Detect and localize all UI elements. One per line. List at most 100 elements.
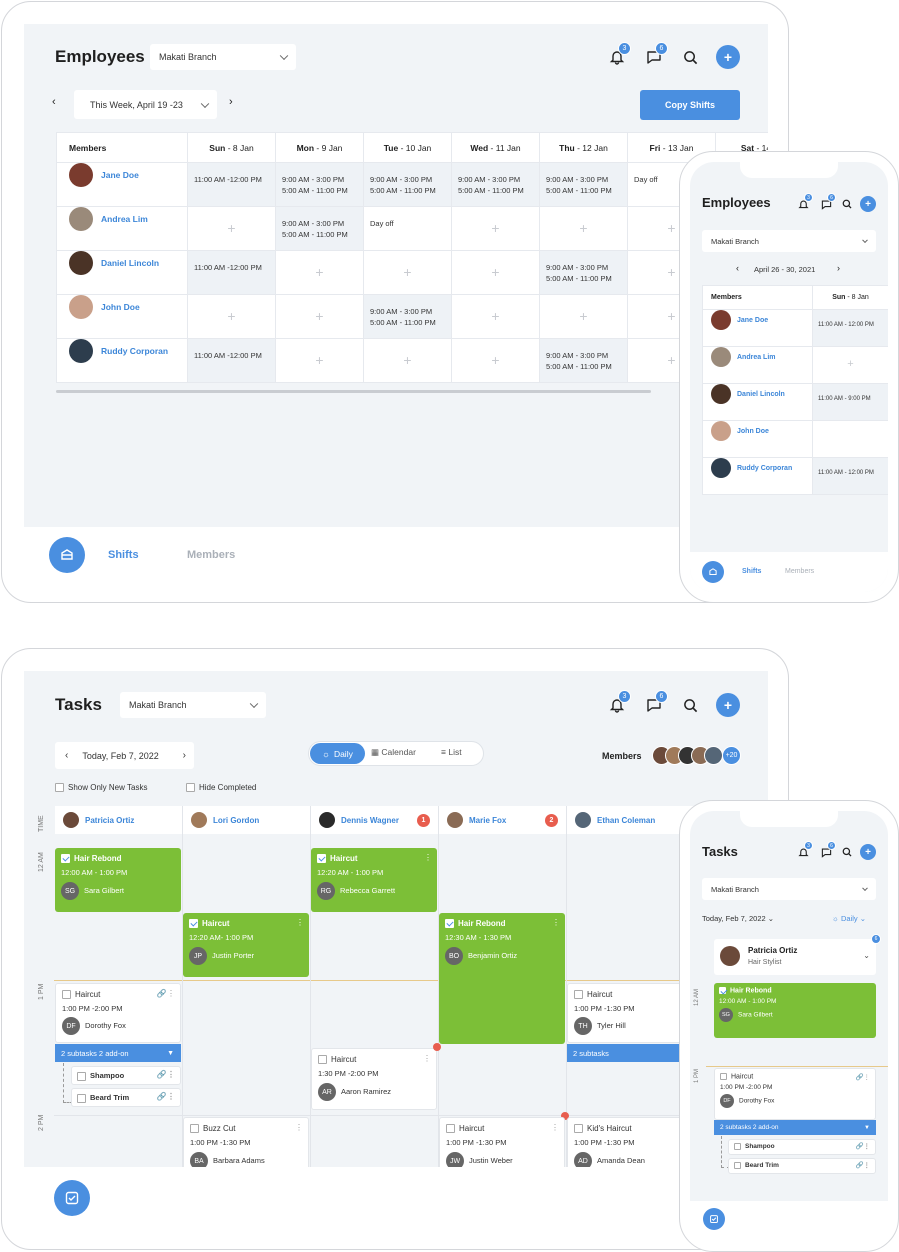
add-shift-cell[interactable]: +	[275, 338, 364, 383]
shifts-tab-icon[interactable]	[702, 561, 724, 583]
shift-cell[interactable]: 11:00 AM - 12:00 PM	[812, 309, 888, 347]
link-and-more-icon[interactable]: 🔗 ⋮	[856, 1161, 870, 1169]
more-icon[interactable]: ⋮	[295, 1123, 303, 1132]
shift-cell[interactable]: Day off	[363, 206, 452, 251]
member-avatars[interactable]: +20	[652, 746, 742, 766]
branch-select[interactable]: Makati Branch	[702, 230, 876, 252]
checkbox[interactable]	[61, 854, 70, 864]
member-cell[interactable]: Jane Doe	[702, 309, 813, 347]
next-week-button[interactable]: ›	[837, 263, 840, 273]
add-shift-cell[interactable]: +	[451, 294, 540, 339]
checkbox[interactable]	[720, 1073, 727, 1080]
task-card[interactable]: Buzz Cut ⋮ 1:00 PM -1:30 PM BA Barbara Ad…	[183, 1117, 309, 1167]
add-button[interactable]: +	[716, 45, 740, 69]
view-daily-button[interactable]: ☼ Daily	[310, 743, 365, 764]
member-cell[interactable]: Jane Doe	[56, 162, 188, 207]
add-shift-cell[interactable]: +	[187, 206, 276, 251]
hide-completed-checkbox[interactable]: Hide Completed	[186, 783, 256, 793]
message-icon[interactable]: 6	[819, 193, 836, 211]
message-icon[interactable]: 6	[819, 841, 836, 859]
view-list-button[interactable]: ≡ List	[441, 747, 462, 757]
column-header[interactable]: Patricia Ortiz	[55, 806, 182, 834]
shift-cell[interactable]: 9:00 AM - 3:00 PM 5:00 AM - 11:00 PM	[363, 162, 452, 207]
bell-icon[interactable]: 3	[607, 42, 631, 67]
shift-cell[interactable]: 9:00 AM - 3:00 PM 5:00 AM - 11:00 PM	[275, 206, 364, 251]
column-header[interactable]: Lori Gordon	[183, 806, 310, 834]
checkbox[interactable]	[318, 1055, 327, 1065]
shift-cell[interactable]: 9:00 AM - 3:00 PM 5:00 AM - 11:00 PM	[539, 250, 628, 295]
add-shift-cell[interactable]: +	[187, 294, 276, 339]
add-shift-cell[interactable]: +	[812, 346, 888, 384]
add-shift-cell[interactable]: +	[451, 206, 540, 251]
more-icon[interactable]: ⋮	[424, 853, 432, 862]
shift-cell[interactable]: 11:00 AM - 9:00 PM	[812, 383, 888, 421]
checkbox[interactable]	[189, 919, 198, 929]
shift-cell[interactable]: 9:00 AM - 3:00 PM 5:00 AM - 11:00 PM	[539, 162, 628, 207]
show-new-checkbox[interactable]: Show Only New Tasks	[55, 783, 147, 793]
branch-select[interactable]: Makati Branch	[120, 692, 266, 718]
link-and-more-icon[interactable]: 🔗 ⋮	[157, 1092, 175, 1101]
member-card[interactable]: Patricia Ortiz Hair Stylist ⌄ 6	[714, 934, 881, 975]
add-button[interactable]: +	[716, 693, 740, 717]
add-shift-cell[interactable]: +	[363, 338, 452, 383]
checkbox[interactable]	[574, 990, 583, 1000]
subtask-item[interactable]: Beard Trim 🔗 ⋮	[71, 1088, 181, 1107]
member-cell[interactable]: Ruddy Corporan	[702, 457, 813, 495]
week-select[interactable]: This Week, April 19 -23	[74, 90, 217, 119]
link-and-more-icon[interactable]: 🔗 ⋮	[856, 1142, 870, 1150]
message-icon[interactable]: 6	[644, 690, 668, 715]
checkbox[interactable]	[734, 1162, 741, 1169]
member-cell[interactable]: Daniel Lincoln	[56, 250, 188, 295]
column-header[interactable]: Ethan Coleman	[567, 806, 694, 834]
tab-shifts[interactable]: Shifts	[742, 568, 761, 575]
member-cell[interactable]: Daniel Lincoln	[702, 383, 813, 421]
task-card[interactable]: Haircut 🔗 ⋮ 1:00 PM -2:00 PM DF Dorothy F…	[714, 1068, 876, 1120]
shift-cell[interactable]: 11:00 AM -12:00 PM	[187, 162, 276, 207]
link-and-more-icon[interactable]: 🔗 ⋮	[856, 1073, 870, 1081]
task-card[interactable]: Hair Rebond 12:00 AM - 1:00 PM SG Sara Gi…	[714, 983, 876, 1038]
add-shift-cell[interactable]: +	[539, 294, 628, 339]
add-shift-cell[interactable]: +	[451, 250, 540, 295]
checkbox[interactable]	[77, 1093, 86, 1103]
member-cell[interactable]: John Doe	[702, 420, 813, 458]
more-icon[interactable]: ⋮	[423, 1054, 431, 1063]
shift-cell[interactable]: 11:00 AM -12:00 PM	[187, 250, 276, 295]
search-icon[interactable]	[840, 845, 854, 859]
next-week-button[interactable]: ›	[229, 96, 233, 108]
checkbox[interactable]	[574, 1124, 583, 1134]
bell-icon[interactable]: 3	[607, 690, 631, 715]
checkbox[interactable]	[62, 990, 71, 1000]
horizontal-scrollbar[interactable]	[56, 390, 651, 393]
member-cell[interactable]: Andrea Lim	[56, 206, 188, 251]
tab-members[interactable]: Members	[187, 549, 235, 561]
add-shift-cell[interactable]: +	[451, 338, 540, 383]
task-card[interactable]: Haircut ⋮ 12:20 AM- 1:00 PM JP Justin Por…	[183, 913, 309, 977]
more-icon[interactable]: ⋮	[551, 1123, 559, 1132]
view-calendar-button[interactable]: ▦ Calendar	[371, 747, 416, 758]
prev-day-button[interactable]: ‹	[65, 750, 68, 761]
add-button[interactable]: +	[860, 844, 876, 860]
subtask-item[interactable]: Beard Trim 🔗 ⋮	[728, 1158, 876, 1174]
checkbox[interactable]	[317, 854, 326, 864]
message-icon[interactable]: 6	[644, 42, 668, 67]
date-select[interactable]: Today, Feb 7, 2022 ⌄	[702, 914, 774, 923]
link-and-more-icon[interactable]: 🔗 ⋮	[157, 1070, 175, 1079]
checkbox[interactable]	[734, 1143, 741, 1150]
member-cell[interactable]: Ruddy Corporan	[56, 338, 188, 383]
date-select[interactable]: ‹ Today, Feb 7, 2022 ›	[55, 742, 194, 769]
task-card[interactable]: Haircut ⋮ 12:20 AM - 1:00 PM RG Rebecca G…	[311, 848, 437, 912]
tasks-tab-icon[interactable]	[703, 1208, 725, 1230]
view-select[interactable]: ☼ Daily ⌄	[832, 914, 866, 923]
shift-cell[interactable]: 9:00 AM - 3:00 PM 5:00 AM - 11:00 PM	[363, 294, 452, 339]
subtasks-toggle[interactable]: 2 subtasks	[567, 1044, 693, 1062]
shift-cell[interactable]: 9:00 AM - 3:00 PM 5:00 AM - 11:00 PM	[539, 338, 628, 383]
task-card[interactable]: Kid's Haircut ⋮ 1:00 PM -1:30 PM ADAmand…	[567, 1117, 693, 1167]
add-button[interactable]: +	[860, 196, 876, 212]
task-card[interactable]: Haircut 1:00 PM -1:30 PM TH Tyler Hill	[567, 983, 693, 1043]
copy-shifts-button[interactable]: Copy Shifts	[640, 90, 740, 120]
branch-select[interactable]: Makati Branch	[150, 44, 296, 70]
shifts-tab-icon[interactable]	[49, 537, 85, 573]
subtasks-toggle[interactable]: 2 subtasks 2 add-on ▼	[714, 1120, 876, 1135]
member-cell[interactable]: John Doe	[56, 294, 188, 339]
checkbox[interactable]	[445, 919, 454, 929]
